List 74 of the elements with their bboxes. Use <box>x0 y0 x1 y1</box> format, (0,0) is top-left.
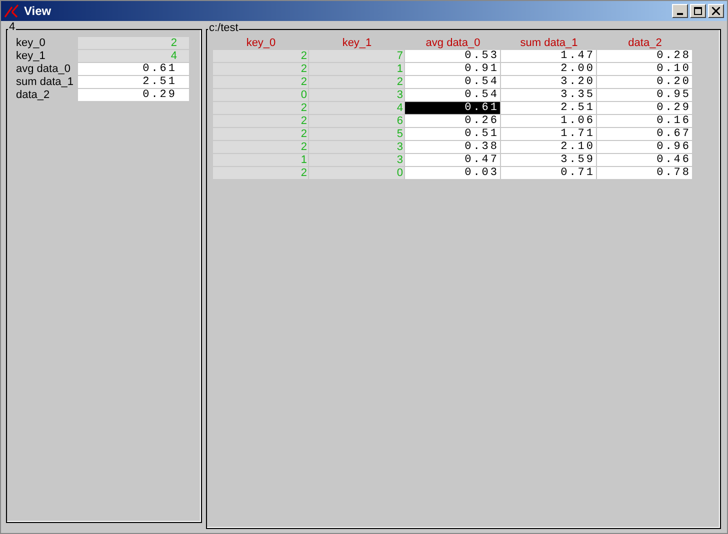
table-cell: 1.71 <box>501 128 597 141</box>
table-cell: 0.67 <box>597 128 693 141</box>
field-label: key_0 <box>16 37 46 50</box>
table-cell: 0.61 <box>405 102 501 115</box>
field-value: 4 <box>78 50 189 63</box>
maximize-button[interactable] <box>690 4 706 18</box>
table-cell: 0 <box>213 89 309 102</box>
field-label: data_2 <box>16 89 51 102</box>
table-cell: 5 <box>309 128 405 141</box>
table-cell: 2.10 <box>501 141 597 154</box>
table-cell: 2 <box>213 76 309 89</box>
field-label: key_1 <box>16 50 46 63</box>
table-cell: 3.59 <box>501 154 597 167</box>
table-cell: 2 <box>213 50 309 63</box>
table-cell: 7 <box>309 50 405 63</box>
table-cell: 0.26 <box>405 115 501 128</box>
table-cell: 3.35 <box>501 89 597 102</box>
table-cell: 0.78 <box>597 167 693 180</box>
table-cell: 1 <box>309 63 405 76</box>
table-cell: 0.29 <box>597 102 693 115</box>
table-cell: 0.10 <box>597 63 693 76</box>
column-header[interactable]: key_0 <box>213 36 309 50</box>
table-cell: 2 <box>213 63 309 76</box>
table-cell: 3 <box>309 154 405 167</box>
table-cell: 0.51 <box>405 128 501 141</box>
table-cell: 4 <box>309 102 405 115</box>
table-cell: 0.96 <box>597 141 693 154</box>
field-value: 2 <box>78 37 189 50</box>
table-cell: 1.47 <box>501 50 597 63</box>
table-cell: 0.95 <box>597 89 693 102</box>
panel-title: 4 <box>8 21 16 33</box>
table-cell: 0.71 <box>501 167 597 180</box>
table-cell: 2 <box>213 167 309 180</box>
window-title: View <box>24 3 52 20</box>
table-cell: 3 <box>309 89 405 102</box>
field-label: sum data_1 <box>16 76 74 89</box>
column-header[interactable]: avg data_0 <box>405 36 501 50</box>
table-cell: 0.47 <box>405 154 501 167</box>
table-cell: 0.20 <box>597 76 693 89</box>
app-icon <box>4 4 20 18</box>
table-cell: 0.54 <box>405 89 501 102</box>
minimize-button[interactable] <box>672 4 688 18</box>
table-cell: 2 <box>213 128 309 141</box>
table-cell: 2.00 <box>501 63 597 76</box>
table-cell: 2 <box>213 115 309 128</box>
table-cell: 0.03 <box>405 167 501 180</box>
close-icon <box>712 7 720 15</box>
table-cell: 0.91 <box>405 63 501 76</box>
table-cell: 0.38 <box>405 141 501 154</box>
table-cell: 0.28 <box>597 50 693 63</box>
column-header[interactable]: data_2 <box>597 36 693 50</box>
field-value: 2.51 <box>78 76 189 89</box>
table-cell: 2.51 <box>501 102 597 115</box>
table-cell: 6 <box>309 115 405 128</box>
close-button[interactable] <box>708 4 724 18</box>
table-cell: 0.53 <box>405 50 501 63</box>
table-cell: 0.46 <box>597 154 693 167</box>
panel-title: c:/test <box>208 22 240 34</box>
maximize-icon <box>694 7 702 15</box>
field-value: 0.29 <box>78 89 189 102</box>
table-cell: 2 <box>309 76 405 89</box>
table-cell: 1.06 <box>501 115 597 128</box>
field-label: avg data_0 <box>16 63 72 76</box>
table-cell: 2 <box>213 141 309 154</box>
column-header[interactable]: sum data_1 <box>501 36 597 50</box>
column-header[interactable]: key_1 <box>309 36 405 50</box>
table-cell: 0.16 <box>597 115 693 128</box>
table-cell: 3 <box>309 141 405 154</box>
table-cell: 1 <box>213 154 309 167</box>
table-cell: 2 <box>213 102 309 115</box>
table-cell: 3.20 <box>501 76 597 89</box>
field-value: 0.61 <box>78 63 189 76</box>
table-cell: 0.54 <box>405 76 501 89</box>
table-cell: 0 <box>309 167 405 180</box>
